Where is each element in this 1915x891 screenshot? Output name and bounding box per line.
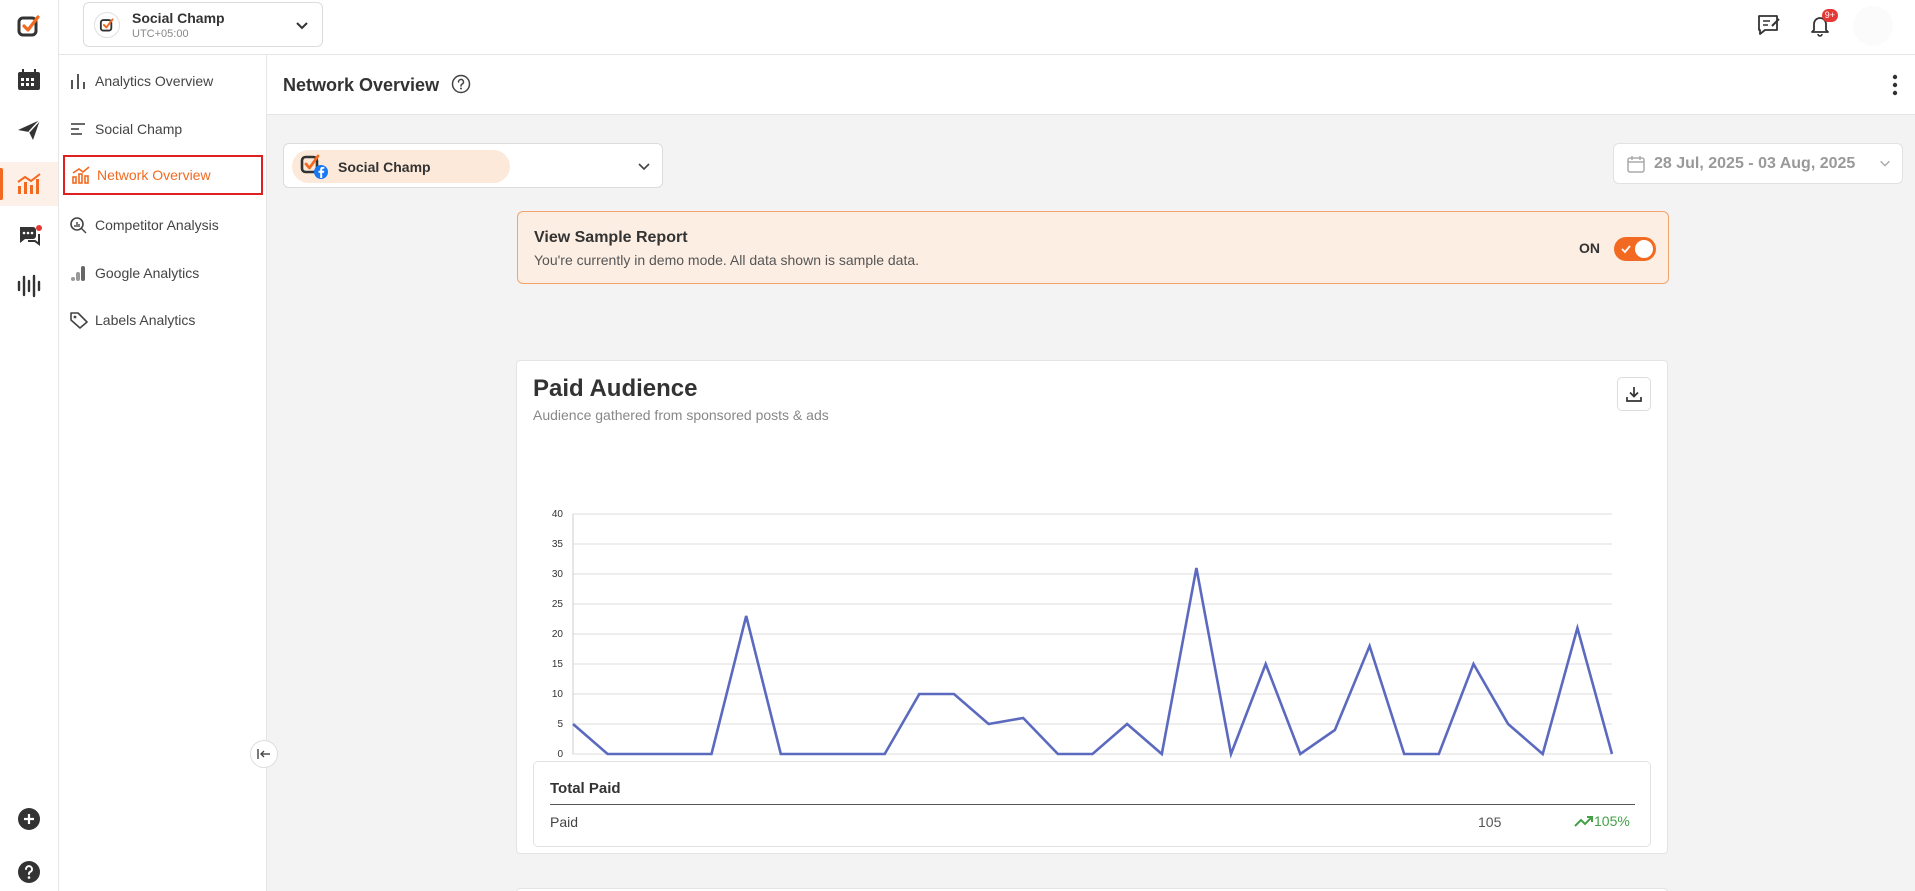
- y-tick-label: 5: [557, 719, 563, 730]
- summary-heading: Total Paid: [550, 780, 621, 797]
- summary-trend: 105%: [1574, 813, 1630, 829]
- subnav-item-network-overview[interactable]: Network Overview: [63, 155, 263, 195]
- notifications-button[interactable]: 9+: [1805, 9, 1838, 40]
- sample-report-title: View Sample Report: [534, 229, 688, 246]
- tag-icon: [70, 312, 88, 329]
- summary-divider: [550, 804, 1635, 805]
- rail-analytics[interactable]: [0, 162, 58, 206]
- sample-report-subtitle: You're currently in demo mode. All data …: [534, 252, 920, 268]
- y-tick-label: 35: [552, 539, 564, 550]
- subnav-item-competitor-analysis[interactable]: Competitor Analysis: [63, 205, 263, 245]
- subnav-item-label: Social Champ: [95, 121, 183, 137]
- bar-chart-icon: [71, 74, 85, 89]
- y-tick-label: 30: [552, 569, 564, 580]
- help-icon[interactable]: [451, 74, 471, 94]
- paid-audience-card: Paid Audience Audience gathered from spo…: [516, 360, 1668, 854]
- total-paid-summary: Total Paid Paid 105 105%: [533, 761, 1651, 847]
- y-tick-label: 15: [552, 659, 564, 670]
- plus-circle-icon: [18, 808, 40, 830]
- notification-count-badge: 9+: [1821, 9, 1838, 22]
- help-circle-icon: [18, 861, 40, 883]
- date-range-label: 28 Jul, 2025 - 03 Aug, 2025: [1654, 154, 1856, 172]
- date-range-picker[interactable]: 28 Jul, 2025 - 03 Aug, 2025: [1613, 143, 1903, 184]
- check-icon: [1621, 245, 1631, 254]
- trend-chart-icon: [72, 166, 90, 184]
- subnav-item-social-champ[interactable]: Social Champ: [63, 109, 263, 149]
- app-rail: [0, 0, 59, 891]
- workspace-name: Social Champ: [132, 9, 225, 26]
- analytics-icon: [17, 173, 41, 194]
- sample-report-toggle[interactable]: [1614, 237, 1656, 261]
- main-content: Network Overview Social Champ 28 Jul, 20…: [267, 55, 1915, 891]
- y-tick-label: 10: [552, 689, 564, 700]
- chevron-down-icon: [296, 22, 308, 30]
- y-tick-label: 40: [552, 509, 564, 520]
- account-selector[interactable]: Social Champ: [283, 143, 663, 188]
- workspace-timezone: UTC+05:00: [132, 27, 189, 40]
- y-tick-label: 25: [552, 599, 564, 610]
- account-chip-label: Social Champ: [338, 158, 431, 175]
- account-chip: Social Champ: [292, 150, 510, 183]
- subnav-item-label: Network Overview: [97, 167, 211, 183]
- magnify-chart-icon: [70, 217, 87, 234]
- notes-edit-icon: [1758, 15, 1780, 35]
- rail-inbox[interactable]: [0, 213, 58, 257]
- sample-toggle-label: ON: [1579, 240, 1600, 256]
- subnav-item-google-analytics[interactable]: Google Analytics: [63, 253, 263, 293]
- page-header: Network Overview: [267, 55, 1915, 115]
- app-logo[interactable]: [0, 4, 58, 48]
- rail-listening[interactable]: [0, 264, 58, 308]
- audio-wave-icon: [17, 274, 41, 298]
- series-line: [572, 567, 1614, 759]
- page-title: Network Overview: [283, 75, 440, 95]
- inbox-unread-dot: [36, 225, 42, 231]
- rail-calendar[interactable]: [0, 58, 58, 102]
- subnav-item-label: Google Analytics: [95, 265, 200, 281]
- calendar-icon: [18, 69, 40, 90]
- rail-help[interactable]: [0, 850, 58, 891]
- y-tick-label: 20: [552, 629, 564, 640]
- summary-row-value: 105: [1478, 814, 1502, 830]
- subnav-item-labels-analytics[interactable]: Labels Analytics: [63, 300, 263, 340]
- subnav-item-label: Competitor Analysis: [95, 217, 219, 233]
- analytics-subnav: Analytics Overview Social Champ Network …: [59, 55, 267, 891]
- summary-trend-value: 105%: [1594, 813, 1630, 829]
- toggle-knob: [1635, 240, 1653, 258]
- collapse-left-icon: [257, 749, 270, 759]
- y-tick-label: 0: [557, 749, 563, 760]
- social-champ-logo-icon: [99, 17, 114, 31]
- workspace-logo: [94, 11, 120, 38]
- summary-row-label: Paid: [550, 814, 579, 830]
- calendar-icon: [1627, 155, 1645, 173]
- facebook-account-icon: [300, 154, 328, 179]
- subnav-item-analytics-overview[interactable]: Analytics Overview: [63, 61, 263, 101]
- chevron-down-icon: [638, 163, 650, 171]
- chevron-down-icon: [1880, 160, 1890, 167]
- rail-add[interactable]: [0, 797, 58, 841]
- avatar[interactable]: [1853, 6, 1893, 46]
- paid-audience-chart: 0510152025303540NovemberNov 03Tue 05Thu …: [552, 509, 1614, 760]
- social-champ-logo-icon: [17, 15, 40, 37]
- google-analytics-icon: [71, 266, 85, 281]
- feedback-button[interactable]: [1754, 10, 1784, 40]
- subnav-item-label: Analytics Overview: [95, 73, 214, 89]
- subnav-item-label: Labels Analytics: [95, 312, 196, 328]
- send-icon: [18, 119, 41, 140]
- sample-report-banner: View Sample Report You're currently in d…: [517, 211, 1669, 284]
- collapse-sidebar-button[interactable]: [250, 740, 278, 768]
- rail-publish[interactable]: [0, 108, 58, 152]
- top-bar: Social Champ UTC+05:00 9+: [59, 0, 1915, 55]
- more-vertical-icon[interactable]: [1891, 73, 1899, 97]
- trending-up-icon: [1574, 816, 1593, 827]
- align-left-icon: [71, 123, 85, 135]
- workspace-selector[interactable]: Social Champ UTC+05:00: [83, 2, 323, 47]
